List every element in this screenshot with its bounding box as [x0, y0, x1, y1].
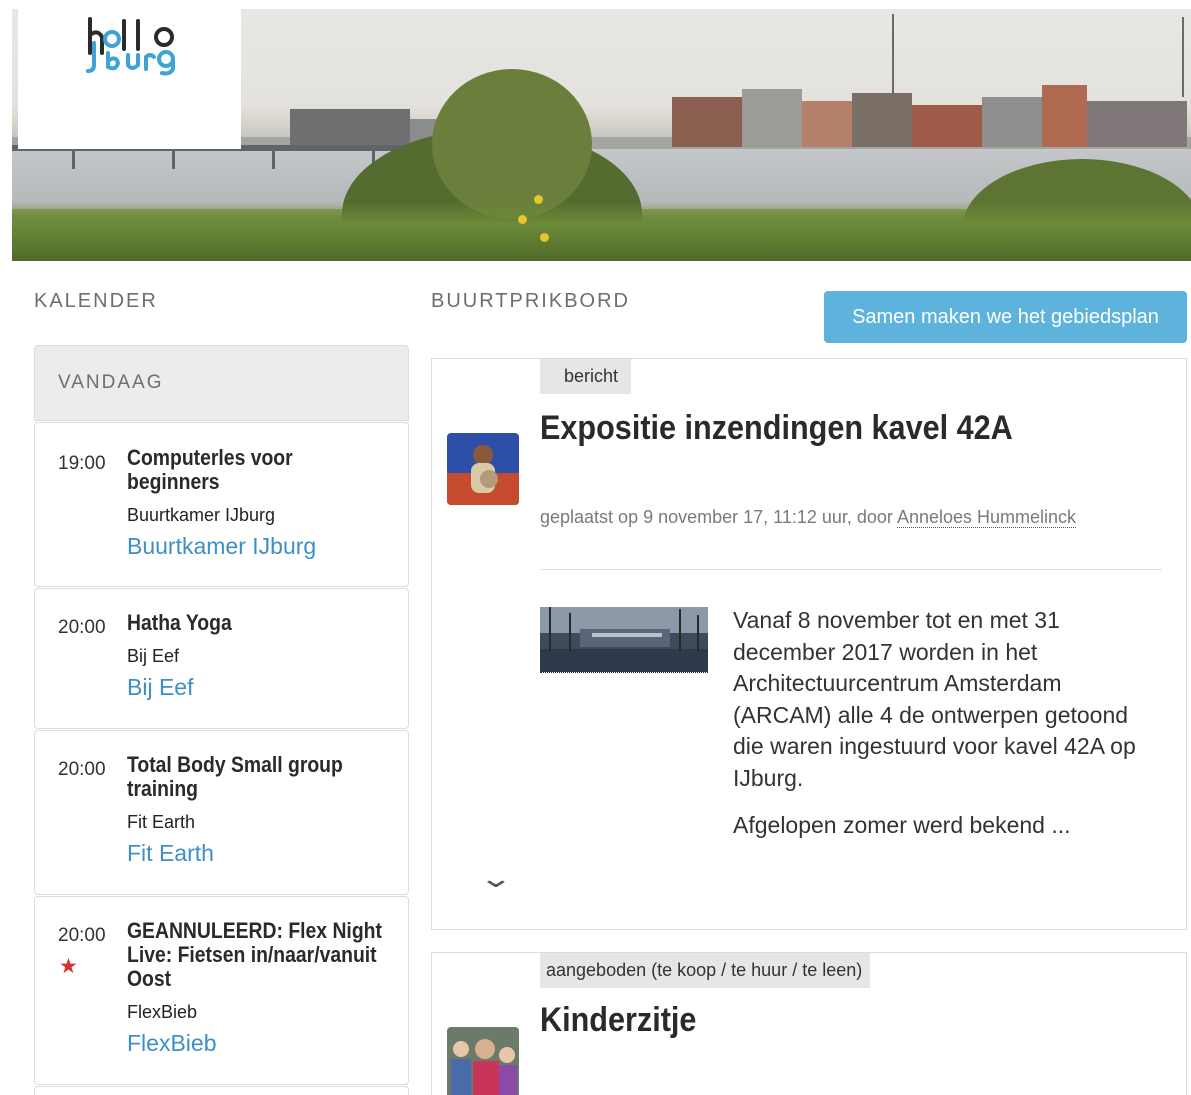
- event-time: 20:00: [58, 759, 106, 780]
- event-location-link[interactable]: Buurtkamer IJburg: [127, 533, 316, 560]
- calendar-event[interactable]: 20:00 ★ GEANNULEERD: Flex Night Live: Fi…: [34, 896, 409, 1085]
- calendar-event[interactable]: 20:00 Hatha Yoga Bij Eef Bij Eef: [34, 588, 409, 729]
- hallo-ijburg-logo: [86, 17, 175, 76]
- calendar-section-title: KALENDER: [34, 290, 158, 312]
- post-thumbnail[interactable]: [540, 607, 708, 673]
- divider: [540, 569, 1162, 570]
- post-category-tag: bericht: [540, 359, 632, 394]
- board-post: aangeboden (te koop / te huur / te leen)…: [431, 952, 1187, 1095]
- post-excerpt-more: Afgelopen zomer werd bekend ...: [733, 812, 1071, 838]
- post-title[interactable]: Expositie inzendingen kavel 42A: [540, 409, 1013, 448]
- board-post: bericht Expositie inzendingen kavel 42A …: [431, 358, 1187, 930]
- calendar-event[interactable]: 19:00 Computerles voor beginners Buurtka…: [34, 422, 409, 587]
- author-link[interactable]: Anneloes Hummelinck: [896, 507, 1077, 528]
- logo-area[interactable]: [18, 9, 241, 149]
- calendar-event[interactable]: 20:00 Total Body Small group training Fi…: [34, 730, 409, 895]
- event-location: Buurtkamer IJburg: [127, 505, 276, 525]
- event-location-link[interactable]: Fit Earth: [127, 840, 214, 867]
- event-title[interactable]: Computerles voor beginners: [127, 446, 382, 494]
- today-header: VANDAAG: [34, 345, 409, 421]
- event-location: FlexBieb: [127, 1002, 198, 1022]
- author-avatar[interactable]: [447, 1027, 519, 1095]
- chevron-down-icon[interactable]: ⌄: [478, 863, 513, 894]
- calendar-event[interactable]: [34, 1086, 409, 1095]
- event-location-link[interactable]: FlexBieb: [127, 1030, 216, 1057]
- board-section-title: BUURTPRIKBORD: [431, 290, 630, 312]
- post-category-tag: aangeboden (te koop / te huur / te leen): [540, 953, 871, 988]
- event-time: 20:00: [58, 617, 106, 638]
- event-title[interactable]: Total Body Small group training: [127, 753, 382, 801]
- star-icon: ★: [59, 955, 78, 978]
- event-location: Bij Eef: [127, 646, 180, 666]
- author-avatar[interactable]: [447, 433, 519, 505]
- event-title[interactable]: GEANNULEERD: Flex Night Live: Fietsen in…: [127, 919, 382, 991]
- post-meta: geplaatst op 9 november 17, 11:12 uur, d…: [540, 507, 1077, 528]
- event-location: Fit Earth: [127, 812, 196, 832]
- post-date: geplaatst op 9 november 17, 11:12 uur, d…: [540, 507, 897, 527]
- gebiedsplan-button[interactable]: Samen maken we het gebiedsplan: [824, 291, 1187, 343]
- post-title[interactable]: Kinderzitje: [540, 1001, 696, 1040]
- event-title[interactable]: Hatha Yoga: [127, 611, 382, 635]
- event-location-link[interactable]: Bij Eef: [127, 674, 193, 701]
- event-time: 20:00: [58, 925, 106, 946]
- post-excerpt: Vanaf 8 november tot en met 31 december …: [733, 607, 1136, 791]
- event-time: 19:00: [58, 453, 106, 474]
- calendar-panel: VANDAAG 19:00 Computerles voor beginners…: [34, 345, 409, 1095]
